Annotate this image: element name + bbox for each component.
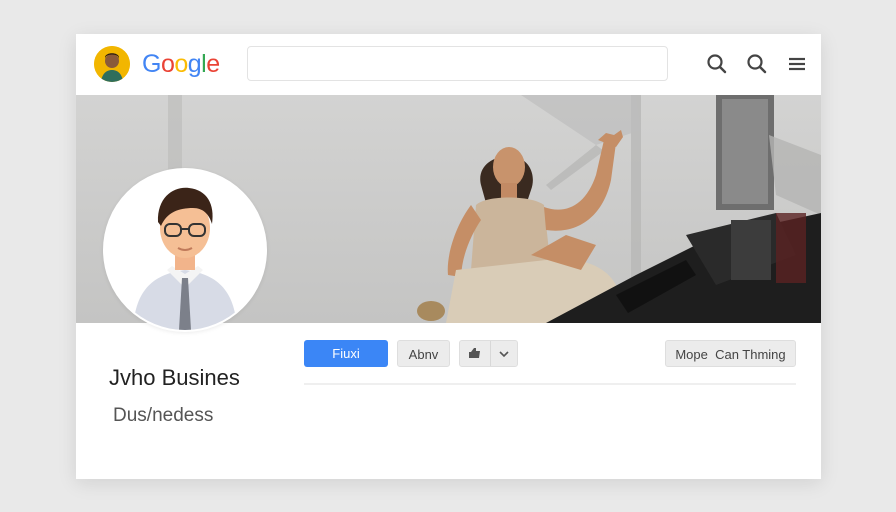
more-actions-button[interactable]: Mope Can Thming [665, 340, 796, 367]
profile-avatar[interactable] [103, 168, 267, 332]
divider [304, 383, 796, 385]
google-logo[interactable]: Google [142, 48, 220, 80]
logo-letter: o [160, 50, 175, 78]
profile-subtitle: Dus/nedess [113, 405, 214, 426]
secondary-action-button[interactable]: Abnv [397, 340, 450, 367]
search-input[interactable] [247, 46, 668, 81]
person-avatar-icon [105, 170, 265, 330]
search-icon[interactable] [744, 51, 770, 77]
primary-action-button[interactable]: Fiuxi [304, 340, 388, 367]
top-bar: Google [76, 34, 821, 95]
logo-letter: g [187, 50, 202, 78]
split-main[interactable] [460, 341, 491, 366]
menu-icon[interactable] [784, 51, 810, 77]
logo-letter: G [142, 50, 161, 78]
chevron-down-icon [499, 351, 509, 358]
split-action-button[interactable] [459, 340, 518, 367]
search-icon[interactable] [704, 51, 730, 77]
avatar-image [94, 46, 130, 82]
profile-name: Jvho Busines [109, 365, 240, 390]
logo-letter: o [174, 50, 188, 78]
logo-letter: e [206, 50, 220, 78]
thumb-icon [469, 348, 480, 358]
split-dropdown[interactable] [490, 341, 518, 366]
account-avatar[interactable] [94, 46, 130, 82]
profile-card: Google Jvho Busines Dus/nedess Fiuxi Abn… [76, 34, 821, 479]
